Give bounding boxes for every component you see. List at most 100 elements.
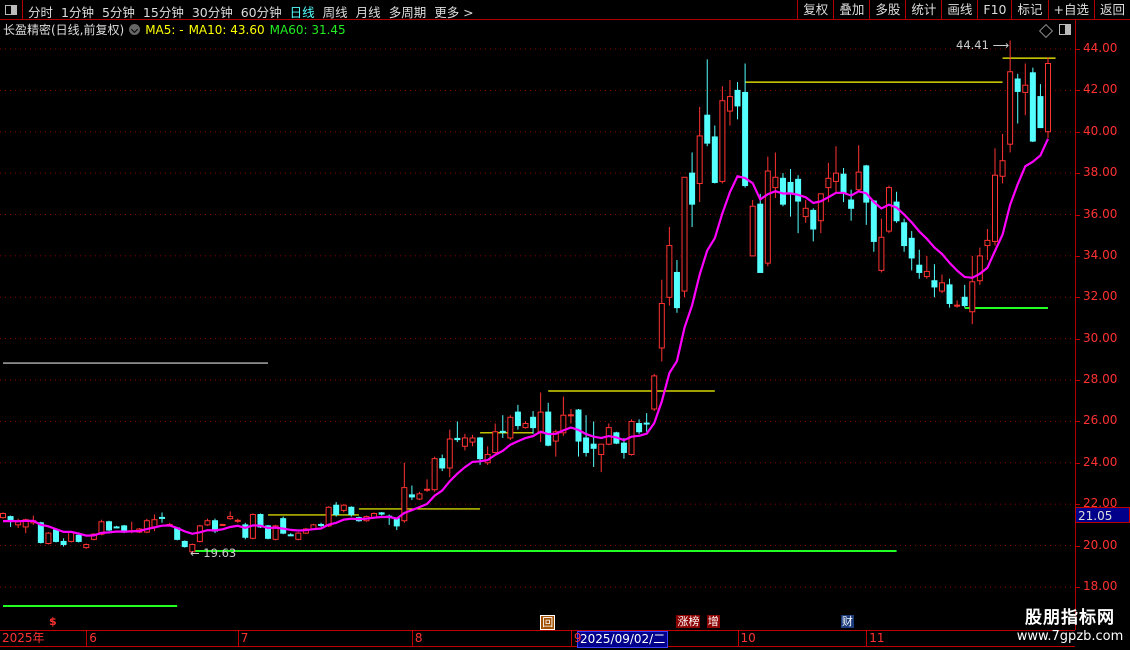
- date-label: 2025年: [2, 631, 45, 645]
- event-marker-cai[interactable]: 财: [840, 615, 854, 628]
- candle-up: [522, 422, 529, 429]
- candle-down: [787, 181, 794, 194]
- candlestick-chart[interactable]: [0, 0, 1075, 630]
- candle-down: [348, 506, 355, 516]
- candle-up: [537, 411, 544, 434]
- candle-down: [643, 422, 650, 425]
- low-price-value: 19.63: [203, 546, 237, 560]
- tick-mark: [1075, 338, 1080, 340]
- candle-down: [1037, 96, 1044, 129]
- tick-mark: [1075, 421, 1080, 423]
- candle-up: [817, 193, 824, 222]
- price-tick-label: 40.00: [1083, 123, 1118, 138]
- candle-down: [779, 177, 786, 205]
- candle-down: [439, 458, 446, 469]
- candle-up: [976, 255, 983, 282]
- toolbar-button-8[interactable]: 返回: [1093, 0, 1130, 20]
- date-label: 11: [866, 631, 885, 646]
- tick-mark: [1075, 90, 1080, 92]
- candle-down: [636, 422, 643, 433]
- candle-up: [696, 135, 703, 184]
- candle-down: [870, 200, 877, 242]
- candle-down: [961, 296, 968, 307]
- candle-up: [878, 236, 885, 271]
- price-tick-label: 34.00: [1083, 247, 1118, 262]
- candle-up: [749, 205, 756, 257]
- price-tick-label: 30.00: [1083, 330, 1118, 345]
- tick-mark: [1075, 173, 1080, 175]
- arrow-left-icon: ←: [190, 546, 200, 560]
- candle-down: [280, 518, 287, 534]
- date-label: 7: [237, 631, 248, 646]
- candle-down: [734, 89, 741, 107]
- candle-down: [1029, 72, 1036, 142]
- candle-up: [68, 531, 75, 542]
- candle-down: [575, 409, 582, 442]
- candle-down: [53, 529, 60, 542]
- candle-down: [901, 222, 908, 247]
- candle-up: [802, 207, 809, 218]
- tick-mark: [1075, 255, 1080, 257]
- candle-up: [832, 172, 839, 182]
- price-axis-divider: [1075, 20, 1076, 630]
- candle-up: [938, 282, 945, 292]
- candle-down: [711, 136, 718, 183]
- event-marker-dollar[interactable]: $: [48, 615, 58, 628]
- candle-up: [885, 187, 892, 232]
- tick-mark: [1075, 462, 1080, 464]
- candle-up: [855, 171, 862, 191]
- candle-up: [651, 375, 658, 410]
- candle-up: [1022, 84, 1029, 93]
- candle-up: [227, 516, 234, 520]
- candle-down: [689, 172, 696, 205]
- candle-up: [772, 176, 779, 189]
- price-tick-label: 18.00: [1083, 578, 1118, 593]
- candle-down: [318, 523, 325, 526]
- candle-up: [764, 170, 771, 264]
- candle-down: [454, 437, 461, 441]
- event-marker-hui[interactable]: 回: [540, 615, 556, 630]
- candle-down: [590, 443, 597, 449]
- candle-down: [181, 540, 188, 548]
- price-tick-label: 44.00: [1083, 41, 1118, 55]
- candle-down: [583, 437, 590, 453]
- date-label: 9: [570, 631, 582, 646]
- candle-up: [969, 281, 976, 313]
- candle-down: [393, 518, 400, 527]
- candle-down: [113, 526, 120, 529]
- candle-up: [424, 488, 431, 491]
- price-tick-label: 38.00: [1083, 165, 1118, 180]
- candle-down: [378, 512, 385, 515]
- candle-up: [726, 96, 733, 112]
- candle-down: [673, 271, 680, 309]
- candle-down: [742, 91, 749, 187]
- candle-up: [507, 416, 514, 439]
- candle-down: [946, 284, 953, 304]
- tick-mark: [1075, 545, 1080, 547]
- event-marker-zb[interactable]: 涨榜: [676, 615, 701, 628]
- date-label: 6: [86, 631, 97, 646]
- candle-up: [598, 443, 605, 456]
- candle-up: [825, 177, 832, 189]
- candle-up: [954, 304, 961, 307]
- candle-up: [567, 414, 574, 417]
- high-price-annotation: 44.41 ⟶: [956, 38, 1009, 52]
- candle-down: [848, 199, 855, 209]
- candle-up: [431, 458, 438, 491]
- price-tick-label: 26.00: [1083, 413, 1118, 428]
- candle-up: [923, 270, 930, 278]
- candle-up: [340, 504, 347, 511]
- candle-down: [908, 237, 915, 259]
- tick-mark: [1075, 297, 1080, 299]
- candle-up: [991, 174, 998, 242]
- candle-up: [446, 438, 453, 469]
- candle-down: [810, 209, 817, 230]
- candle-up: [999, 160, 1006, 177]
- candle-up: [666, 245, 673, 298]
- candle-down: [1014, 78, 1021, 92]
- candle-up: [681, 176, 688, 292]
- event-marker-zeng[interactable]: 增: [706, 615, 720, 628]
- candle-down: [545, 411, 552, 446]
- candle-up: [219, 523, 226, 526]
- candle-down: [620, 442, 627, 453]
